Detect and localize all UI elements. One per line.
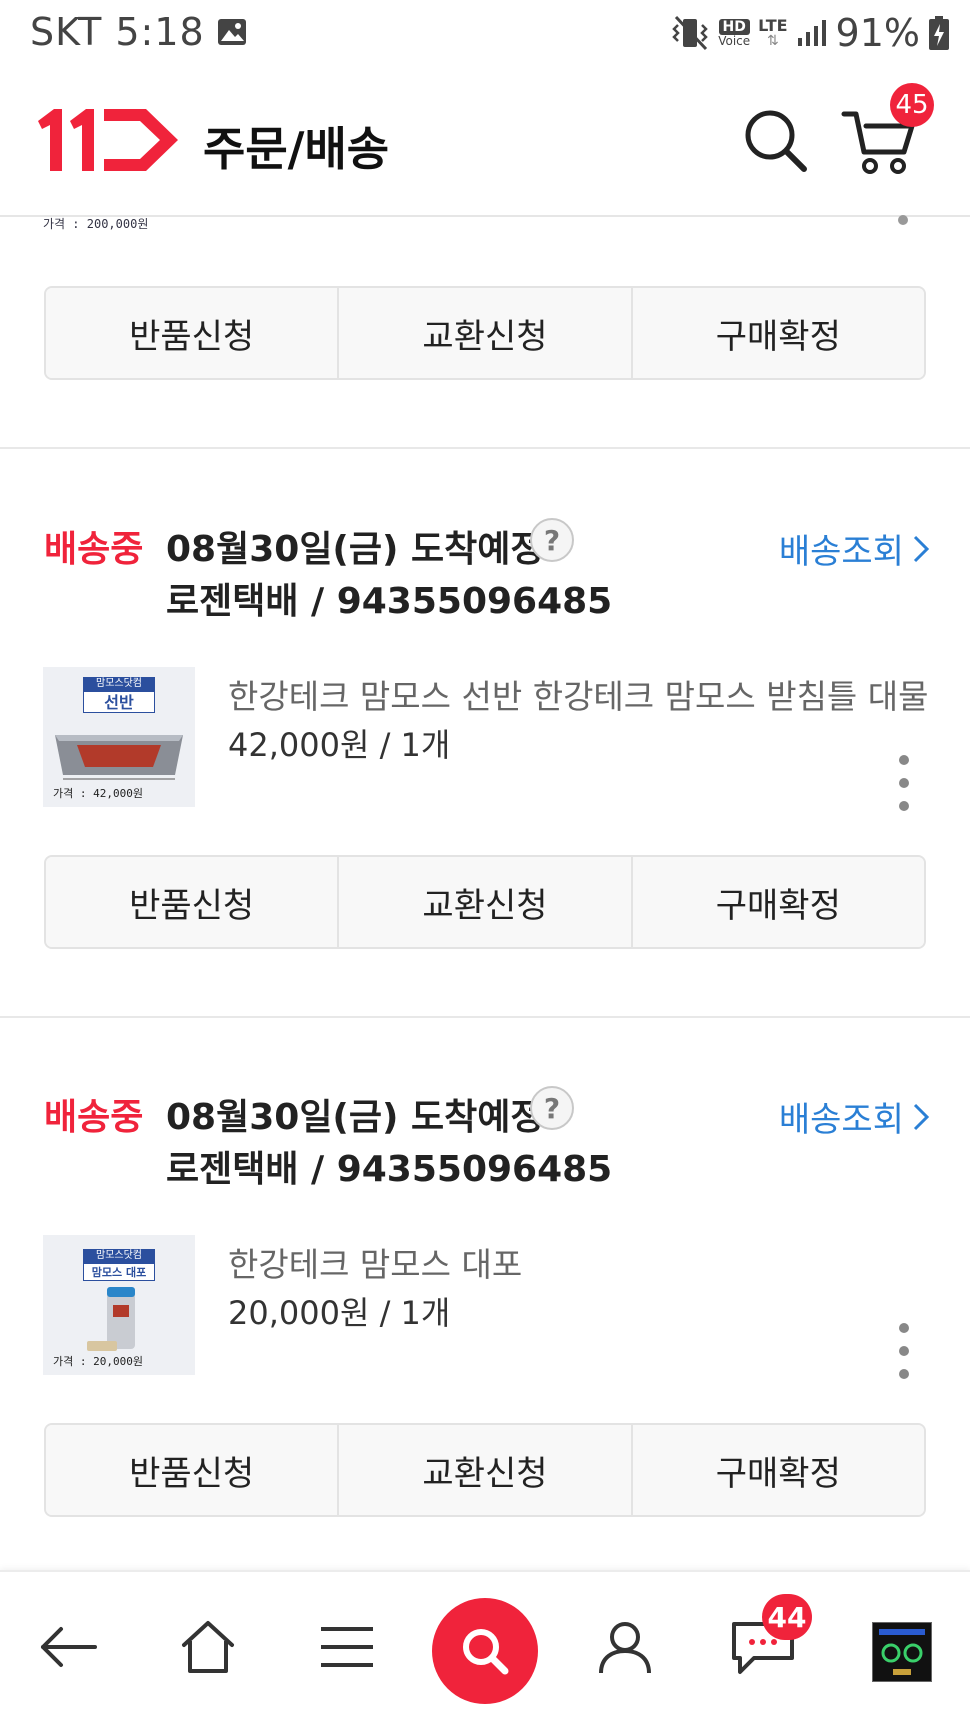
help-icon[interactable]: ? bbox=[530, 1086, 574, 1130]
back-icon bbox=[41, 1627, 97, 1667]
track-delivery-label: 배송조회 bbox=[778, 1100, 904, 1140]
section-divider bbox=[0, 447, 970, 449]
more-options-icon[interactable] bbox=[898, 215, 908, 225]
order-action-bar: 반품신청 교환신청 구매확정 bbox=[44, 286, 926, 380]
return-request-button[interactable]: 반품신청 bbox=[46, 288, 340, 378]
status-icons: HD Voice LTE ⇅ 91% bbox=[672, 8, 950, 58]
product-thumbnail[interactable]: 맘모스닷컴 선반 가격 : 42,000원 bbox=[43, 667, 195, 807]
cannon-product-image bbox=[87, 1287, 135, 1351]
chevron-right-icon bbox=[913, 1103, 930, 1130]
my-page-button[interactable] bbox=[580, 1602, 670, 1692]
thumb-store-tag: 맘모스닷컴 bbox=[83, 677, 155, 691]
section-divider bbox=[0, 1016, 970, 1018]
exchange-request-button[interactable]: 교환신청 bbox=[339, 857, 633, 947]
return-request-button[interactable]: 반품신청 bbox=[46, 1425, 340, 1515]
battery-charging-icon bbox=[929, 16, 949, 50]
home-button[interactable] bbox=[163, 1602, 253, 1692]
more-options-icon[interactable] bbox=[896, 755, 912, 811]
product-thumbnail[interactable]: 맘모스닷컴 맘모스 대포 가격 : 20,000원 bbox=[43, 1235, 195, 1375]
delivery-status: 배송중 bbox=[44, 1097, 144, 1138]
confirm-purchase-button[interactable]: 구매확정 bbox=[632, 1425, 924, 1515]
carrier-time: SKT 5:18 bbox=[30, 10, 205, 54]
search-icon bbox=[463, 1629, 509, 1675]
more-options-icon[interactable] bbox=[896, 1323, 912, 1379]
11st-logo[interactable] bbox=[36, 105, 186, 177]
arrival-estimate: 08월30일(금) 도착예정 bbox=[166, 529, 544, 570]
thumb-price-caption: 가격 : 200,000원 bbox=[43, 217, 149, 231]
product-name[interactable]: 한강테크 맘모스 선반 한강테크 맘모스 받침틀 대물 bbox=[228, 670, 929, 718]
courier-tracking-number: 로젠택배 / 94355096485 bbox=[166, 1149, 613, 1190]
shelf-product-image bbox=[55, 735, 183, 780]
thumb-store-tag: 맘모스닷컴 bbox=[83, 1249, 155, 1263]
my-page-icon bbox=[599, 1622, 651, 1674]
thumb-title: 맘모스 대포 bbox=[83, 1263, 155, 1281]
exchange-request-button[interactable]: 교환신청 bbox=[339, 1425, 633, 1515]
status-bar: SKT 5:18 HD Voice LTE ⇅ 91% bbox=[0, 0, 970, 70]
search-icon[interactable] bbox=[740, 105, 810, 175]
vibrate-icon bbox=[672, 15, 708, 51]
order-action-bar: 반품신청 교환신청 구매확정 bbox=[44, 855, 926, 949]
lte-icon: LTE ⇅ bbox=[758, 16, 788, 49]
product-thumbnail[interactable]: 가격 : 200,000원 bbox=[43, 215, 195, 241]
thumb-price-caption: 가격 : 42,000원 bbox=[53, 787, 143, 800]
bottom-nav-bar: 44 bbox=[0, 1570, 970, 1726]
product-price-quantity: 42,000원 / 1개 bbox=[228, 726, 451, 764]
confirm-purchase-button[interactable]: 구매확정 bbox=[632, 288, 924, 378]
hd-voice-icon: HD Voice bbox=[718, 19, 751, 48]
help-icon[interactable]: ? bbox=[530, 518, 574, 562]
thumb-title: 선반 bbox=[83, 691, 155, 713]
confirm-purchase-button[interactable]: 구매확정 bbox=[632, 857, 924, 947]
track-delivery-label: 배송조회 bbox=[778, 532, 904, 572]
thumb-price-caption: 가격 : 20,000원 bbox=[53, 1355, 143, 1368]
talk-count-badge: 44 bbox=[762, 1594, 812, 1640]
search-button[interactable] bbox=[432, 1598, 538, 1704]
back-button[interactable] bbox=[24, 1602, 114, 1692]
app-header: 주문/배송 45 bbox=[0, 75, 970, 217]
signal-icon bbox=[797, 20, 826, 46]
exchange-request-button[interactable]: 교환신청 bbox=[339, 288, 633, 378]
product-name[interactable]: 한강테크 맘모스 대포 bbox=[228, 1238, 522, 1286]
product-price-quantity: 20,000원 / 1개 bbox=[228, 1294, 451, 1332]
page-title: 주문/배송 bbox=[203, 122, 390, 176]
battery-percent: 91% bbox=[835, 11, 920, 55]
courier-tracking-number: 로젠택배 / 94355096485 bbox=[166, 581, 613, 622]
home-icon bbox=[182, 1621, 234, 1673]
arrival-estimate: 08월30일(금) 도착예정 bbox=[166, 1097, 544, 1138]
chevron-right-icon bbox=[913, 535, 930, 562]
delivery-status: 배송중 bbox=[44, 529, 144, 570]
menu-icon bbox=[321, 1627, 373, 1667]
order-action-bar: 반품신청 교환신청 구매확정 bbox=[44, 1423, 926, 1517]
recent-item-thumb[interactable] bbox=[872, 1622, 932, 1682]
track-delivery-link[interactable]: 배송조회 bbox=[779, 524, 930, 573]
gallery-icon bbox=[218, 19, 246, 45]
category-menu-button[interactable] bbox=[302, 1602, 392, 1692]
return-request-button[interactable]: 반품신청 bbox=[46, 857, 340, 947]
track-delivery-link[interactable]: 배송조회 bbox=[779, 1092, 930, 1141]
cart-count-badge: 45 bbox=[890, 83, 934, 127]
